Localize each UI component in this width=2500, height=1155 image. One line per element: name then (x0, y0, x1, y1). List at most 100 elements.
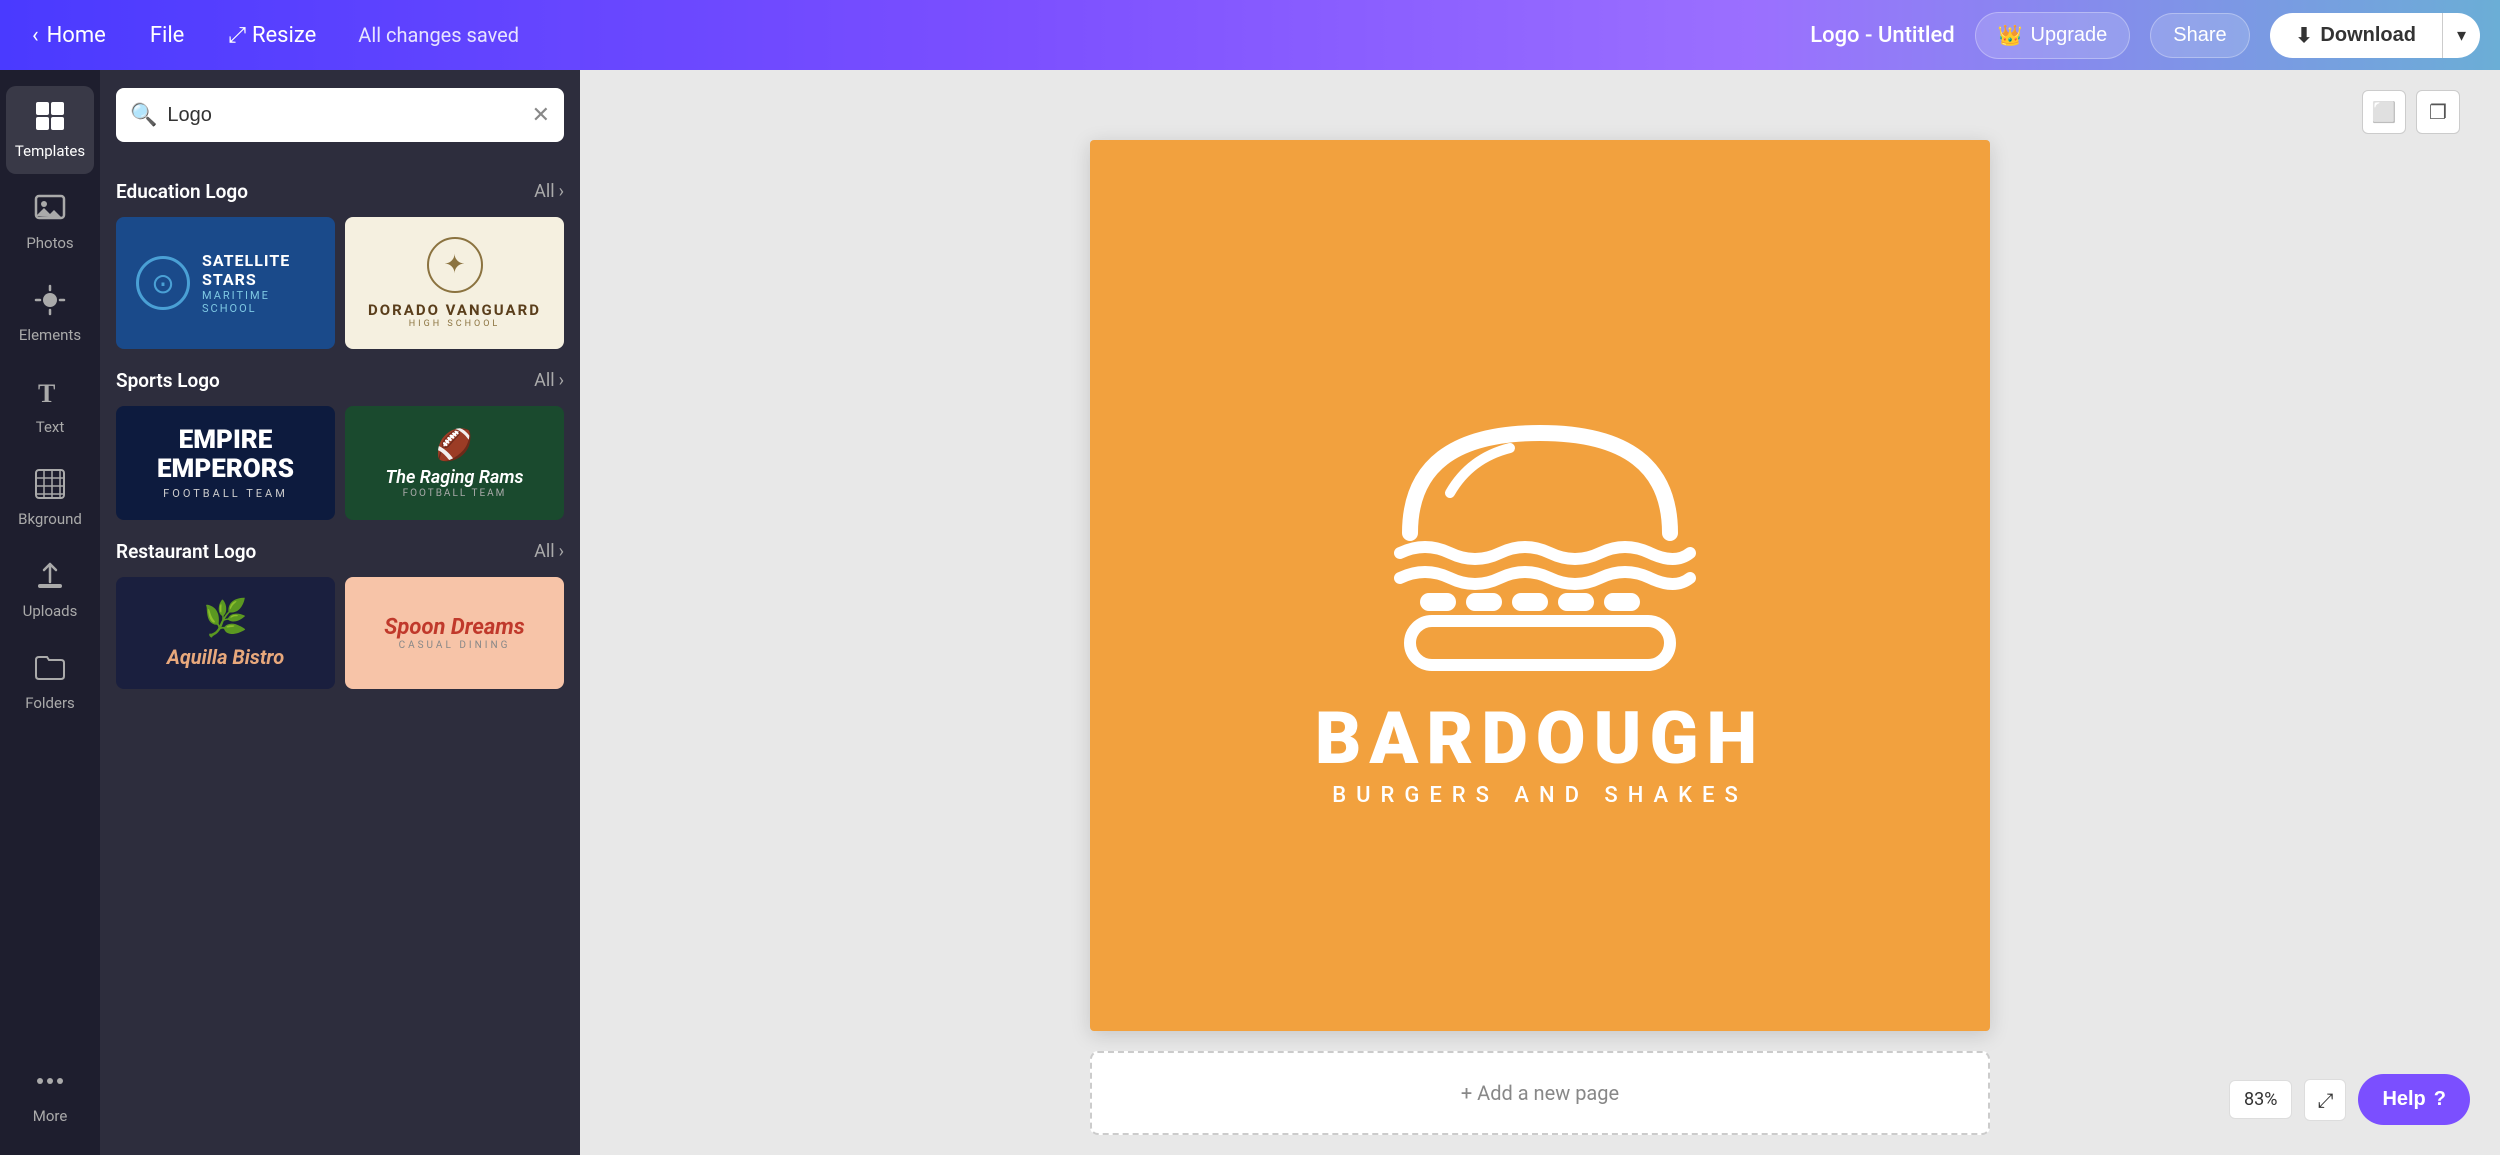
rams-title: The Raging Rams (386, 467, 524, 488)
sports-section-header: Sports Logo All › (116, 369, 564, 392)
aquilla-title: Aquilla Bistro (167, 645, 284, 669)
text-icon: T (34, 376, 66, 412)
autosave-status: All changes saved (358, 23, 519, 47)
template-card-spoon[interactable]: Spoon Dreams CASUAL DINING (345, 577, 564, 689)
football-icon: 🏈 (386, 428, 524, 463)
sports-all-button[interactable]: All › (534, 370, 564, 391)
home-button[interactable]: ‹ Home (20, 15, 118, 56)
sidebar-item-folders[interactable]: Folders (6, 638, 94, 726)
clear-search-button[interactable]: ✕ (532, 103, 550, 128)
sidebar-item-more[interactable]: More (6, 1051, 94, 1139)
share-label: Share (2173, 24, 2226, 46)
duplicate-icon: ❐ (2429, 100, 2447, 124)
restaurant-section-header: Restaurant Logo All › (116, 540, 564, 563)
sidebar-item-uploads[interactable]: Uploads (6, 546, 94, 634)
spoon-title: Spoon Dreams (384, 615, 524, 640)
restaurant-template-grid: 🌿 Aquilla Bistro Spoon Dreams CASUAL DIN… (116, 577, 564, 689)
chevron-right-icon: › (559, 541, 564, 562)
sidebar-item-templates[interactable]: Templates (6, 86, 94, 174)
elements-icon (34, 284, 66, 320)
resize-icon: ⤢ (228, 23, 246, 48)
education-section-title: Education Logo (116, 180, 248, 203)
share-button[interactable]: Share (2150, 13, 2249, 58)
download-button[interactable]: ⬇ Download (2270, 13, 2442, 58)
satellite-subtitle: MARITIME SCHOOL (202, 289, 315, 315)
expand-icon: ⤢ (2317, 1088, 2333, 1112)
satellite-title: SATELLITE STARS (202, 251, 315, 289)
bottom-controls: 83% ⤢ Help ? (2229, 1074, 2470, 1125)
brand-tagline: BURGERS AND SHAKES (1332, 783, 1748, 808)
add-page-label: + Add a new page (1461, 1081, 1619, 1105)
restaurant-section-title: Restaurant Logo (116, 540, 256, 563)
rams-subtitle: FOOTBALL TEAM (386, 488, 524, 499)
sidebar-item-photos[interactable]: Photos (6, 178, 94, 266)
search-input[interactable] (167, 104, 521, 127)
sidebar-item-background[interactable]: Bkground (6, 454, 94, 542)
search-bar: 🔍 ✕ (116, 88, 564, 142)
chevron-right-icon: › (559, 370, 564, 391)
template-card-dorado[interactable]: ✦ DORADO VANGUARD HIGH SCHOOL (345, 217, 564, 349)
help-question-icon: ? (2434, 1088, 2446, 1111)
photos-icon (34, 192, 66, 228)
canvas-area: ⬜ ❐ (580, 70, 2500, 1155)
templates-icon (34, 100, 66, 136)
education-template-grid: ⊙ SATELLITE STARS MARITIME SCHOOL ✦ DORA… (116, 217, 564, 349)
template-sections: Education Logo All › ⊙ SATELLITE STARS M… (100, 160, 580, 1155)
download-icon: ⬇ (2296, 23, 2313, 48)
zoom-level-display: 83% (2229, 1080, 2292, 1119)
document-title: Logo - Untitled (1810, 23, 1954, 48)
photos-label: Photos (26, 234, 73, 252)
resize-button[interactable]: ⤢ Resize (216, 15, 328, 56)
resize-label: Resize (252, 23, 316, 48)
sidebar-item-text[interactable]: T Text (6, 362, 94, 450)
templates-label: Templates (15, 142, 85, 160)
sidebar-item-elements[interactable]: Elements (6, 270, 94, 358)
main-layout: Templates Photos Elements T Text Bkgroun… (0, 70, 2500, 1155)
zoom-expand-button[interactable]: ⤢ (2304, 1079, 2346, 1121)
text-label: Text (36, 418, 65, 436)
education-section-header: Education Logo All › (116, 180, 564, 203)
uploads-icon (34, 560, 66, 596)
dorado-subtitle: HIGH SCHOOL (368, 319, 541, 329)
dorado-title: DORADO VANGUARD (368, 301, 541, 319)
canvas-toolbar: ⬜ ❐ (2362, 90, 2460, 134)
template-card-satellite[interactable]: ⊙ SATELLITE STARS MARITIME SCHOOL (116, 217, 335, 349)
search-icon: 🔍 (130, 103, 157, 128)
upgrade-button[interactable]: 👑 Upgrade (1975, 12, 2131, 59)
sports-template-grid: EMPIREEMPERORS FOOTBALL TEAM 🏈 The Ragin… (116, 406, 564, 520)
file-menu-button[interactable]: File (138, 15, 197, 56)
elements-label: Elements (19, 326, 81, 344)
frame-tool-button[interactable]: ⬜ (2362, 90, 2406, 134)
download-group: ⬇ Download ▾ (2270, 13, 2480, 58)
chevron-right-icon: › (559, 181, 564, 202)
satellite-circle-icon: ⊙ (136, 256, 190, 310)
sports-section-title: Sports Logo (116, 369, 220, 392)
logo-canvas[interactable]: BARDOUGH BURGERS AND SHAKES (1090, 140, 1990, 1031)
dorado-circle-icon: ✦ (427, 237, 483, 293)
folders-label: Folders (25, 694, 75, 712)
template-card-aquilla[interactable]: 🌿 Aquilla Bistro (116, 577, 335, 689)
brand-name: BARDOUGH (1315, 703, 1765, 775)
home-label: Home (47, 23, 106, 48)
crown-icon: 👑 (1998, 23, 2023, 48)
chevron-left-icon: ‹ (32, 23, 39, 48)
icon-sidebar: Templates Photos Elements T Text Bkgroun… (0, 70, 100, 1155)
frame-icon: ⬜ (2372, 100, 2397, 124)
template-card-empire[interactable]: EMPIREEMPERORS FOOTBALL TEAM (116, 406, 335, 520)
restaurant-all-button[interactable]: All › (534, 541, 564, 562)
duplicate-tool-button[interactable]: ❐ (2416, 90, 2460, 134)
template-card-rams[interactable]: 🏈 The Raging Rams FOOTBALL TEAM (345, 406, 564, 520)
help-label: Help (2382, 1088, 2425, 1111)
background-icon (34, 468, 66, 504)
add-new-page-button[interactable]: + Add a new page (1090, 1051, 1990, 1135)
empire-subtitle: FOOTBALL TEAM (157, 487, 294, 500)
download-options-button[interactable]: ▾ (2442, 13, 2480, 58)
help-button[interactable]: Help ? (2358, 1074, 2470, 1125)
collapse-panel-button[interactable]: ‹ (574, 588, 580, 638)
education-all-button[interactable]: All › (534, 181, 564, 202)
upgrade-label: Upgrade (2031, 24, 2108, 47)
spoon-subtitle: CASUAL DINING (384, 640, 524, 651)
background-label: Bkground (18, 510, 82, 528)
empire-title: EMPIREEMPERORS (157, 426, 294, 483)
uploads-label: Uploads (23, 602, 78, 620)
